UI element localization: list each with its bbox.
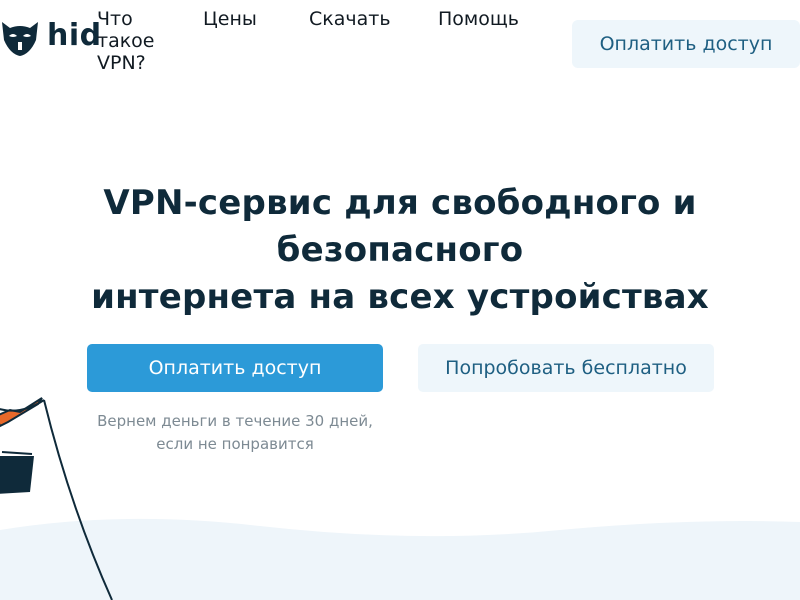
site-header: hide Что такое VPN? Цены Скачать Помощь … — [0, 0, 800, 96]
hero-title-line-2: интернета на всех устройствах — [91, 277, 709, 317]
hammock-illustration — [0, 397, 113, 600]
pay-access-button[interactable]: Оплатить доступ — [87, 344, 383, 392]
hero-title: VPN-сервис для свободного и безопасного … — [0, 180, 800, 321]
wave-background — [0, 518, 800, 600]
refund-note: Вернем деньги в течение 30 дней, если не… — [87, 410, 383, 456]
nav-what-is-vpn[interactable]: Что такое VPN? — [97, 8, 167, 74]
nav-help[interactable]: Помощь — [438, 8, 519, 30]
nav-prices[interactable]: Цены — [203, 8, 257, 30]
nav-download[interactable]: Скачать — [309, 8, 391, 30]
try-free-button[interactable]: Попробовать бесплатно — [418, 344, 714, 392]
hero-title-line-1: VPN-сервис для свободного и безопасного — [103, 183, 697, 270]
header-pay-button[interactable]: Оплатить доступ — [572, 20, 800, 68]
page: hide Что такое VPN? Цены Скачать Помощь … — [0, 0, 800, 600]
logo-text: hide — [47, 18, 100, 53]
mask-icon — [2, 22, 38, 56]
logo-link[interactable]: hide — [0, 14, 100, 58]
refund-note-line-2: если не понравится — [156, 435, 314, 453]
refund-note-line-1: Вернем деньги в течение 30 дней, — [97, 412, 373, 430]
